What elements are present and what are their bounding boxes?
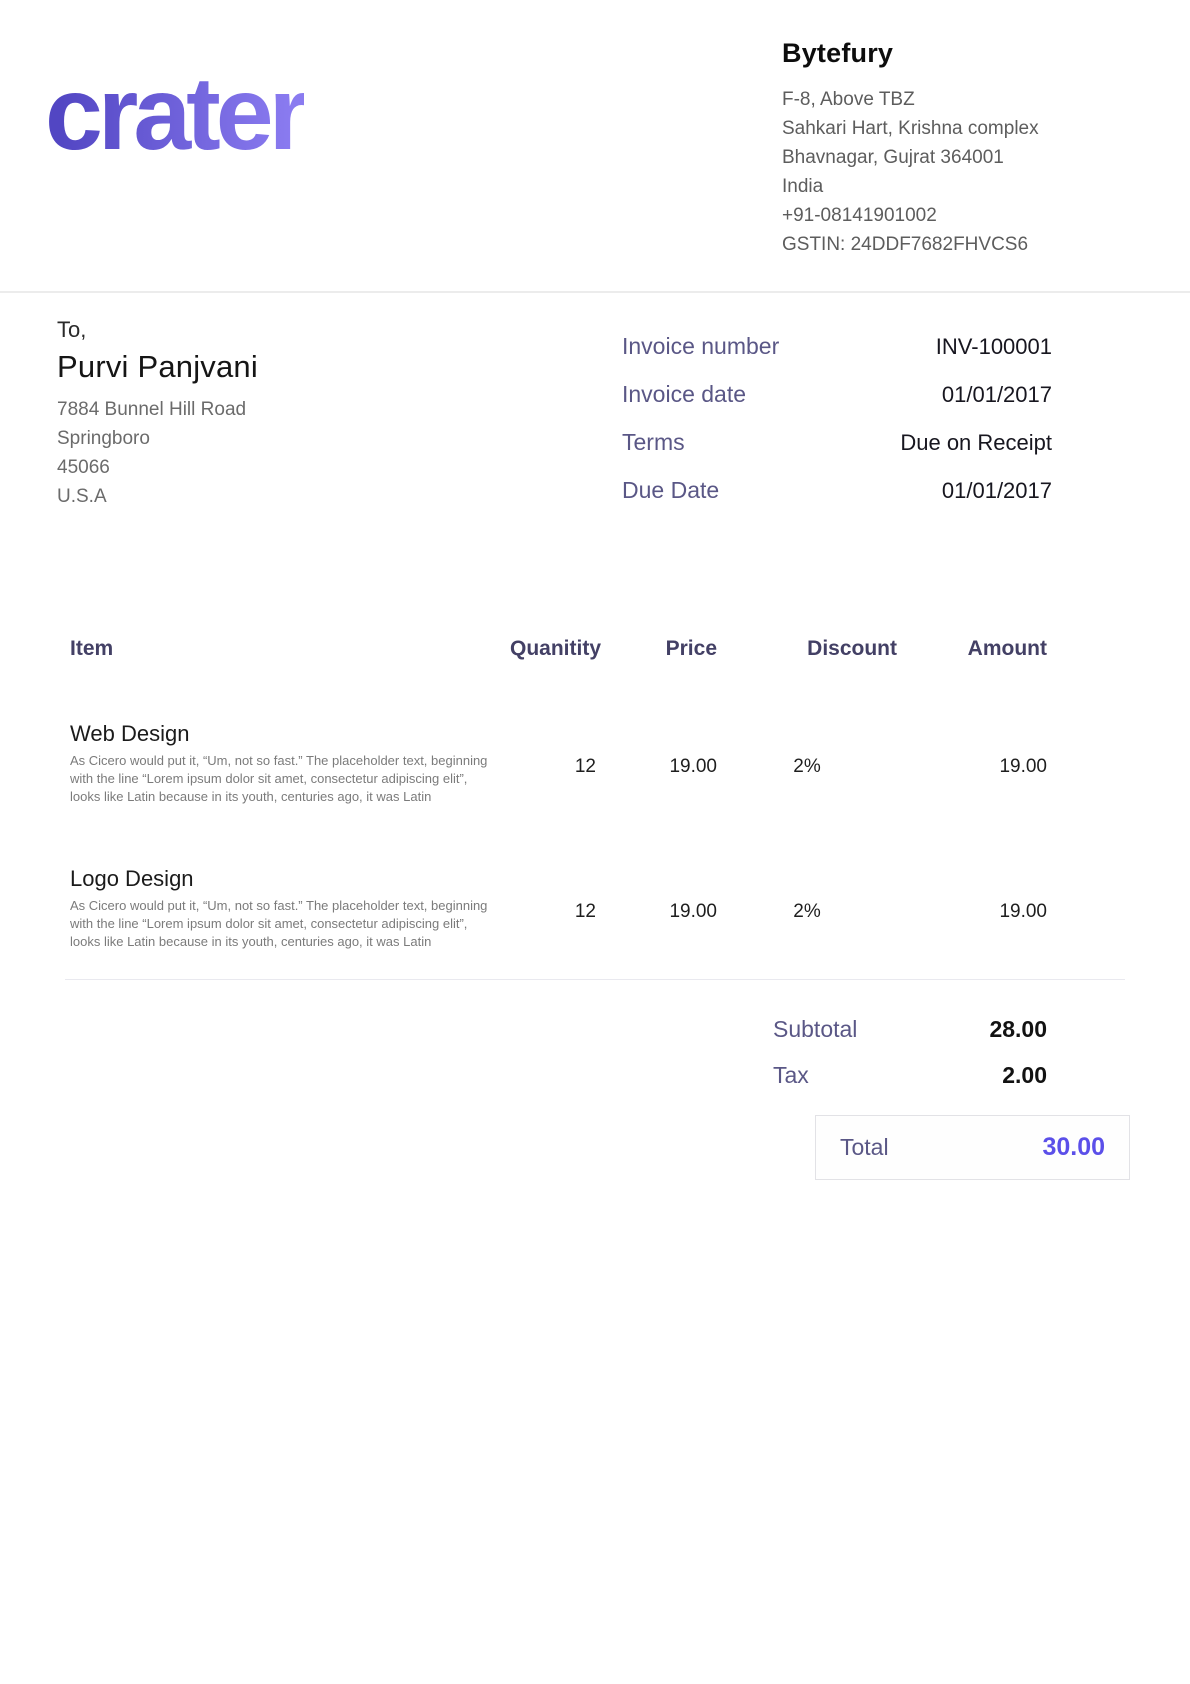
- item-amount: 19.00: [897, 752, 1047, 778]
- item-row: Logo Design As Cicero would put it, “Um,…: [65, 866, 1047, 951]
- item-description: As Cicero would put it, “Um, not so fast…: [65, 897, 495, 951]
- item-row: Web Design As Cicero would put it, “Um, …: [65, 721, 1047, 806]
- total-box: Total 30.00: [815, 1115, 1130, 1180]
- subtotal-value: 28.00: [989, 1016, 1047, 1043]
- company-address-line: GSTIN: 24DDF7682FHVCS6: [782, 230, 1130, 259]
- invoice-meta-row: Terms Due on Receipt: [622, 429, 1052, 456]
- subtotal-label: Subtotal: [773, 1016, 857, 1043]
- item-price: 19.00: [596, 897, 717, 923]
- tax-value: 2.00: [1002, 1062, 1047, 1089]
- column-header-quantity: Quanitity: [510, 637, 596, 661]
- column-header-discount: Discount: [717, 637, 897, 661]
- subtotal-row: Subtotal 28.00: [773, 1016, 1047, 1043]
- invoice-meta-row: Due Date 01/01/2017: [622, 477, 1052, 504]
- meta-label: Invoice number: [622, 333, 779, 360]
- customer-address-line: 7884 Bunnel Hill Road: [57, 395, 258, 424]
- item-discount: 2%: [717, 897, 897, 923]
- customer-name: Purvi Panjvani: [57, 349, 258, 385]
- billing-and-meta-section: To, Purvi Panjvani 7884 Bunnel Hill Road…: [0, 293, 1190, 525]
- item-discount: 2%: [717, 752, 897, 778]
- invoice-meta-row: Invoice date 01/01/2017: [622, 381, 1052, 408]
- item-name: Logo Design: [65, 866, 1047, 892]
- company-address-line: India: [782, 172, 1130, 201]
- meta-label: Invoice date: [622, 381, 746, 408]
- item-name: Web Design: [65, 721, 1047, 747]
- company-address-line: +91-08141901002: [782, 201, 1130, 230]
- meta-value: Due on Receipt: [900, 430, 1052, 456]
- meta-value: INV-100001: [936, 334, 1052, 360]
- item-quantity: 12: [510, 752, 596, 778]
- item-amount: 19.00: [897, 897, 1047, 923]
- bill-to-heading: To,: [57, 317, 258, 343]
- crater-logo: crater: [45, 62, 304, 166]
- customer-address-line: 45066: [57, 453, 258, 482]
- column-header-item: Item: [65, 637, 510, 661]
- totals-block: Subtotal 28.00 Tax 2.00: [773, 1016, 1047, 1089]
- invoice-meta-block: Invoice number INV-100001 Invoice date 0…: [622, 333, 1052, 525]
- company-name: Bytefury: [782, 38, 1130, 69]
- company-address-line: Bhavnagar, Gujrat 364001: [782, 143, 1130, 172]
- meta-value: 01/01/2017: [942, 382, 1052, 408]
- invoice-meta-row: Invoice number INV-100001: [622, 333, 1052, 360]
- meta-label: Terms: [622, 429, 685, 456]
- tax-label: Tax: [773, 1062, 809, 1089]
- total-value: 30.00: [1042, 1133, 1105, 1162]
- invoice-header: crater Bytefury F-8, Above TBZSahkari Ha…: [0, 0, 1190, 293]
- customer-address-line: U.S.A: [57, 482, 258, 511]
- total-label: Total: [840, 1134, 889, 1161]
- item-description: As Cicero would put it, “Um, not so fast…: [65, 752, 495, 806]
- company-block: Bytefury F-8, Above TBZSahkari Hart, Kri…: [782, 36, 1130, 259]
- items-table-header-row: Item Quanitity Price Discount Amount: [65, 637, 1047, 661]
- company-address-line: F-8, Above TBZ: [782, 85, 1130, 114]
- item-price: 19.00: [596, 752, 717, 778]
- items-table: Item Quanitity Price Discount Amount Web…: [65, 637, 1125, 980]
- meta-label: Due Date: [622, 477, 719, 504]
- column-header-amount: Amount: [897, 637, 1047, 661]
- bill-to-block: To, Purvi Panjvani 7884 Bunnel Hill Road…: [57, 317, 258, 525]
- column-header-price: Price: [596, 637, 717, 661]
- company-address-line: Sahkari Hart, Krishna complex: [782, 114, 1130, 143]
- invoice-page: crater Bytefury F-8, Above TBZSahkari Ha…: [0, 0, 1190, 1684]
- tax-row: Tax 2.00: [773, 1062, 1047, 1089]
- meta-value: 01/01/2017: [942, 478, 1052, 504]
- customer-address-line: Springboro: [57, 424, 258, 453]
- item-quantity: 12: [510, 897, 596, 923]
